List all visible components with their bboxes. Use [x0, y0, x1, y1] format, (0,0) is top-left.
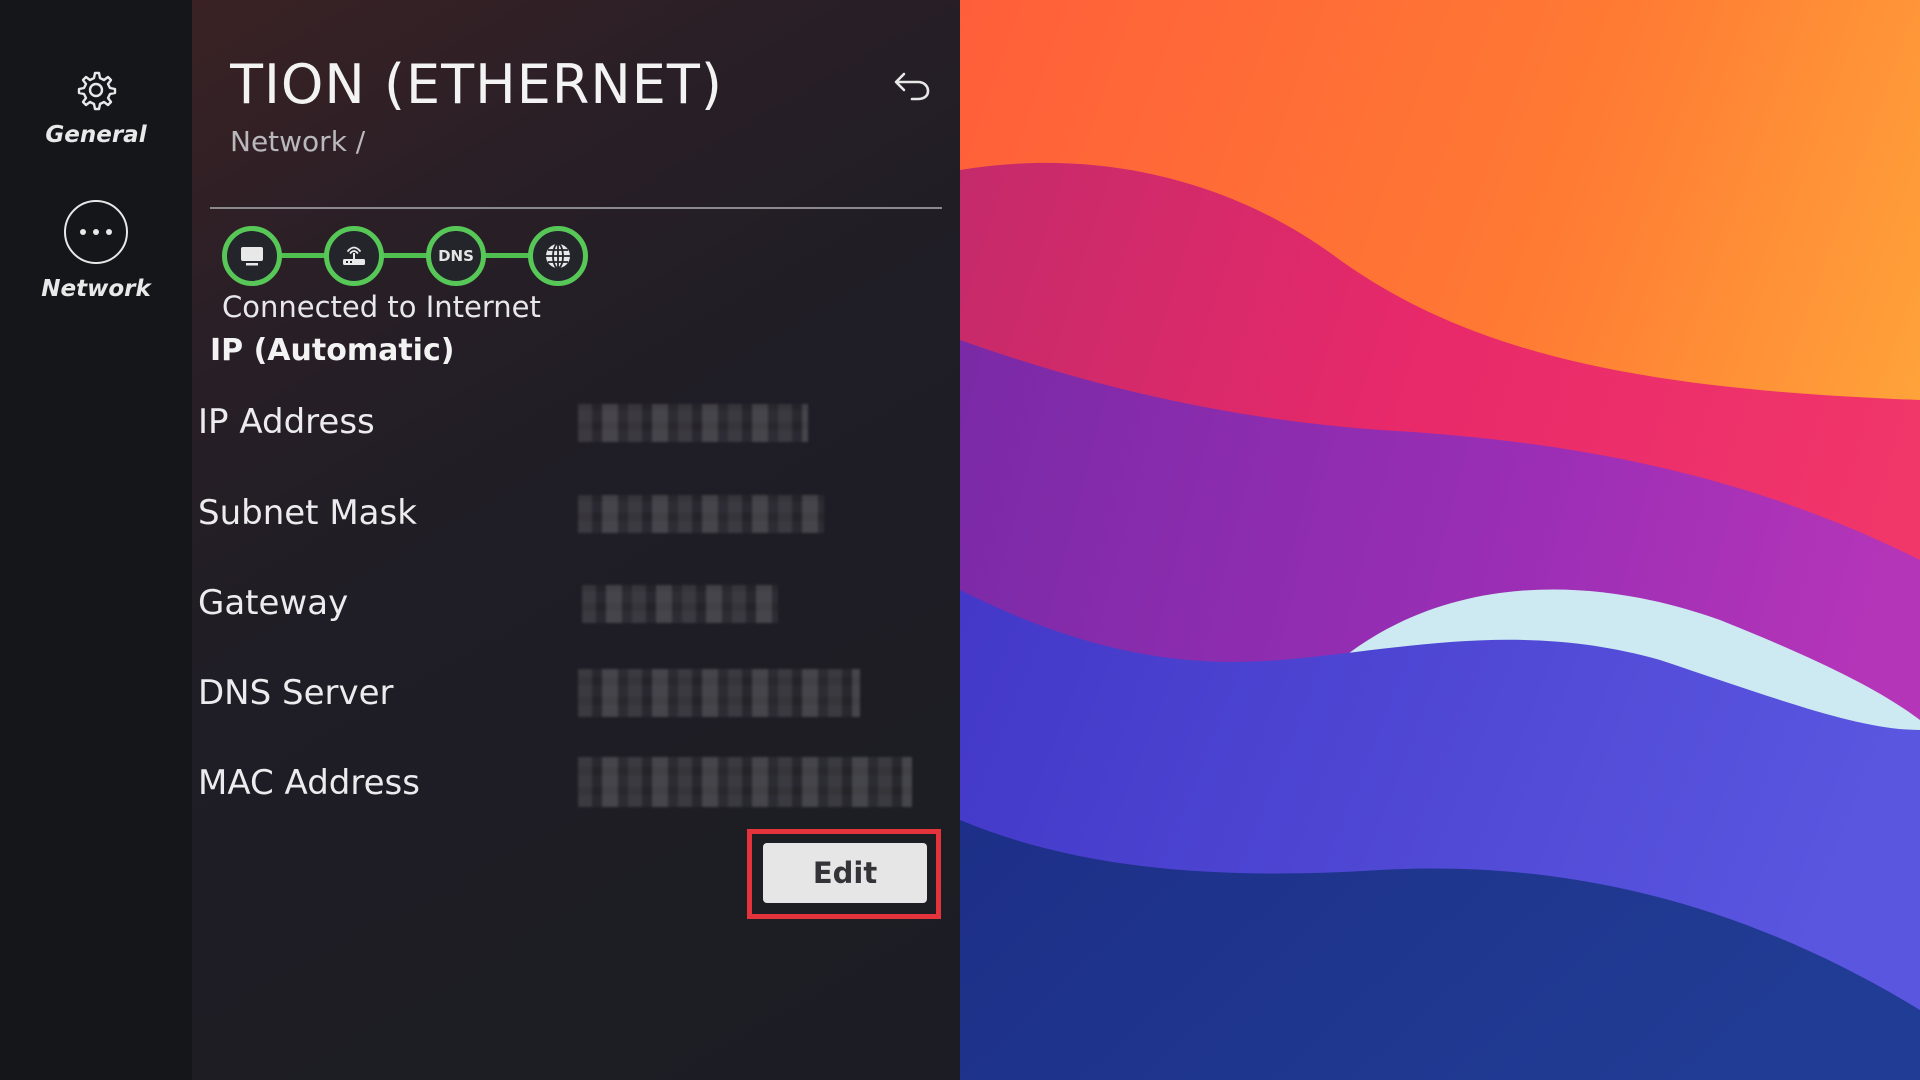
info-label: MAC Address	[198, 763, 420, 803]
nav-item-general[interactable]: General	[0, 68, 192, 148]
more-icon	[64, 200, 128, 264]
tv-settings-screen: General Network TION (ETHERNET) Network …	[0, 0, 1920, 1080]
nav-item-label: Network	[41, 276, 151, 302]
info-row-subnet-mask: Subnet Mask	[198, 487, 938, 539]
router-icon	[324, 226, 384, 286]
info-row-mac-address: MAC Address	[198, 757, 938, 809]
info-label: Subnet Mask	[198, 493, 417, 533]
info-row-dns-server: DNS Server	[198, 667, 938, 719]
info-label: IP Address	[198, 402, 375, 442]
tv-icon	[222, 226, 282, 286]
back-arrow-icon[interactable]	[892, 66, 932, 106]
info-row-ip-address: IP Address	[198, 396, 938, 448]
edit-button[interactable]: Edit	[763, 843, 927, 903]
page-title: TION (ETHERNET)	[230, 53, 723, 116]
connection-status-chain: DNS	[222, 226, 602, 286]
dns-label: DNS	[438, 247, 474, 265]
connection-status-text: Connected to Internet	[222, 290, 541, 324]
dns-server-value-redacted	[578, 669, 860, 717]
ip-mode-header: IP (Automatic)	[210, 333, 455, 368]
ip-address-value-redacted	[578, 404, 808, 442]
info-row-gateway: Gateway	[198, 577, 938, 629]
globe-icon	[528, 226, 588, 286]
settings-nav-rail: General Network	[0, 0, 192, 1080]
chain-connector	[252, 253, 558, 258]
dns-node: DNS	[426, 226, 486, 286]
info-label: DNS Server	[198, 673, 394, 713]
breadcrumb: Network /	[230, 125, 366, 158]
info-label: Gateway	[198, 583, 349, 623]
ethernet-connection-panel: TION (ETHERNET) Network / DNS Connected …	[192, 0, 960, 1080]
subnet-mask-value-redacted	[578, 495, 824, 533]
nav-item-network[interactable]: Network	[0, 200, 192, 302]
mac-address-value-redacted	[578, 757, 912, 807]
gear-icon	[77, 71, 117, 111]
wallpaper	[960, 0, 1920, 1080]
gateway-value-redacted	[582, 585, 778, 623]
nav-item-label: General	[45, 122, 147, 148]
divider	[210, 207, 942, 209]
